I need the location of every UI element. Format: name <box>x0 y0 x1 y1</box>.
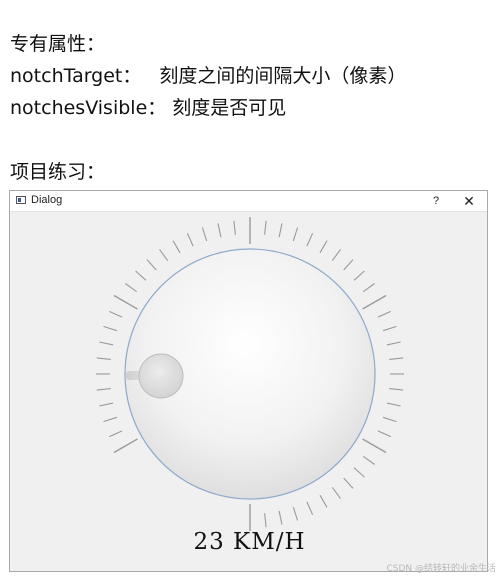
dial-notch <box>343 477 354 489</box>
dial-notch <box>186 233 194 247</box>
dial-notch <box>135 270 147 281</box>
dial-notch <box>96 388 111 391</box>
section-heading-properties: 专有属性： <box>10 33 106 55</box>
speed-dial[interactable] <box>10 191 487 571</box>
watermark: CSDN @结转轩的业余生活 <box>386 564 496 574</box>
dial-notch <box>109 430 123 438</box>
dial-notch <box>382 325 397 332</box>
dial-notch <box>386 341 401 346</box>
property-notchtarget: notchTarget： 刻度之间的间隔大小（像素） <box>10 64 406 88</box>
dial-notch <box>103 325 118 332</box>
dialog-window: Dialog ? ✕ 23 KM/H <box>9 190 488 572</box>
section-heading-exercise: 项目练习： <box>10 161 106 183</box>
dial-notch <box>201 227 208 242</box>
dial-notch <box>362 455 375 465</box>
dial-notch <box>292 506 299 521</box>
dial-notch <box>103 416 118 423</box>
dial-notch <box>319 494 328 508</box>
dial-notch <box>146 259 157 271</box>
dial-notch <box>331 249 341 262</box>
dial-notch <box>389 357 404 360</box>
property-description: 刻度之间的间隔大小（像素） <box>159 65 407 87</box>
dial-notch <box>278 223 283 238</box>
dial-notch <box>278 510 283 525</box>
property-description: 刻度是否可见 <box>172 97 287 119</box>
dial-notch <box>109 310 123 318</box>
dial-notch <box>99 402 114 407</box>
property-notchesvisible: notchesVisible： 刻度是否可见 <box>10 96 286 120</box>
dial-notch <box>319 240 328 254</box>
dial-notch <box>292 227 299 242</box>
dial-notch <box>125 283 138 293</box>
dial-notch <box>362 294 387 310</box>
property-name: notchesVisible： <box>10 97 167 119</box>
dial-notch <box>306 233 314 247</box>
dial-notch <box>362 438 387 454</box>
dial-notch <box>172 240 181 254</box>
dial-notch <box>113 438 138 454</box>
dial-notch <box>331 486 341 499</box>
dial-notch <box>353 467 365 478</box>
speed-readout: 23 KM/H <box>193 529 306 555</box>
dial-notch <box>362 283 375 293</box>
dial-notch <box>382 416 397 423</box>
dial-notch <box>389 388 404 391</box>
property-name: notchTarget： <box>10 65 142 87</box>
dial-notch <box>217 223 222 238</box>
dial-notch <box>377 310 391 318</box>
dial-notch <box>306 501 314 515</box>
dial-notch <box>233 220 236 235</box>
dial-handle[interactable] <box>138 353 184 399</box>
dial-notch <box>264 220 267 235</box>
dial-notch <box>377 430 391 438</box>
dial-notch <box>343 259 354 271</box>
dial-notch <box>386 402 401 407</box>
dial-notch <box>159 249 169 262</box>
dial-notch <box>113 294 138 310</box>
dial-notch <box>264 513 267 528</box>
dial-notch <box>99 341 114 346</box>
dial-notch <box>353 270 365 281</box>
dial-notch <box>96 357 111 360</box>
